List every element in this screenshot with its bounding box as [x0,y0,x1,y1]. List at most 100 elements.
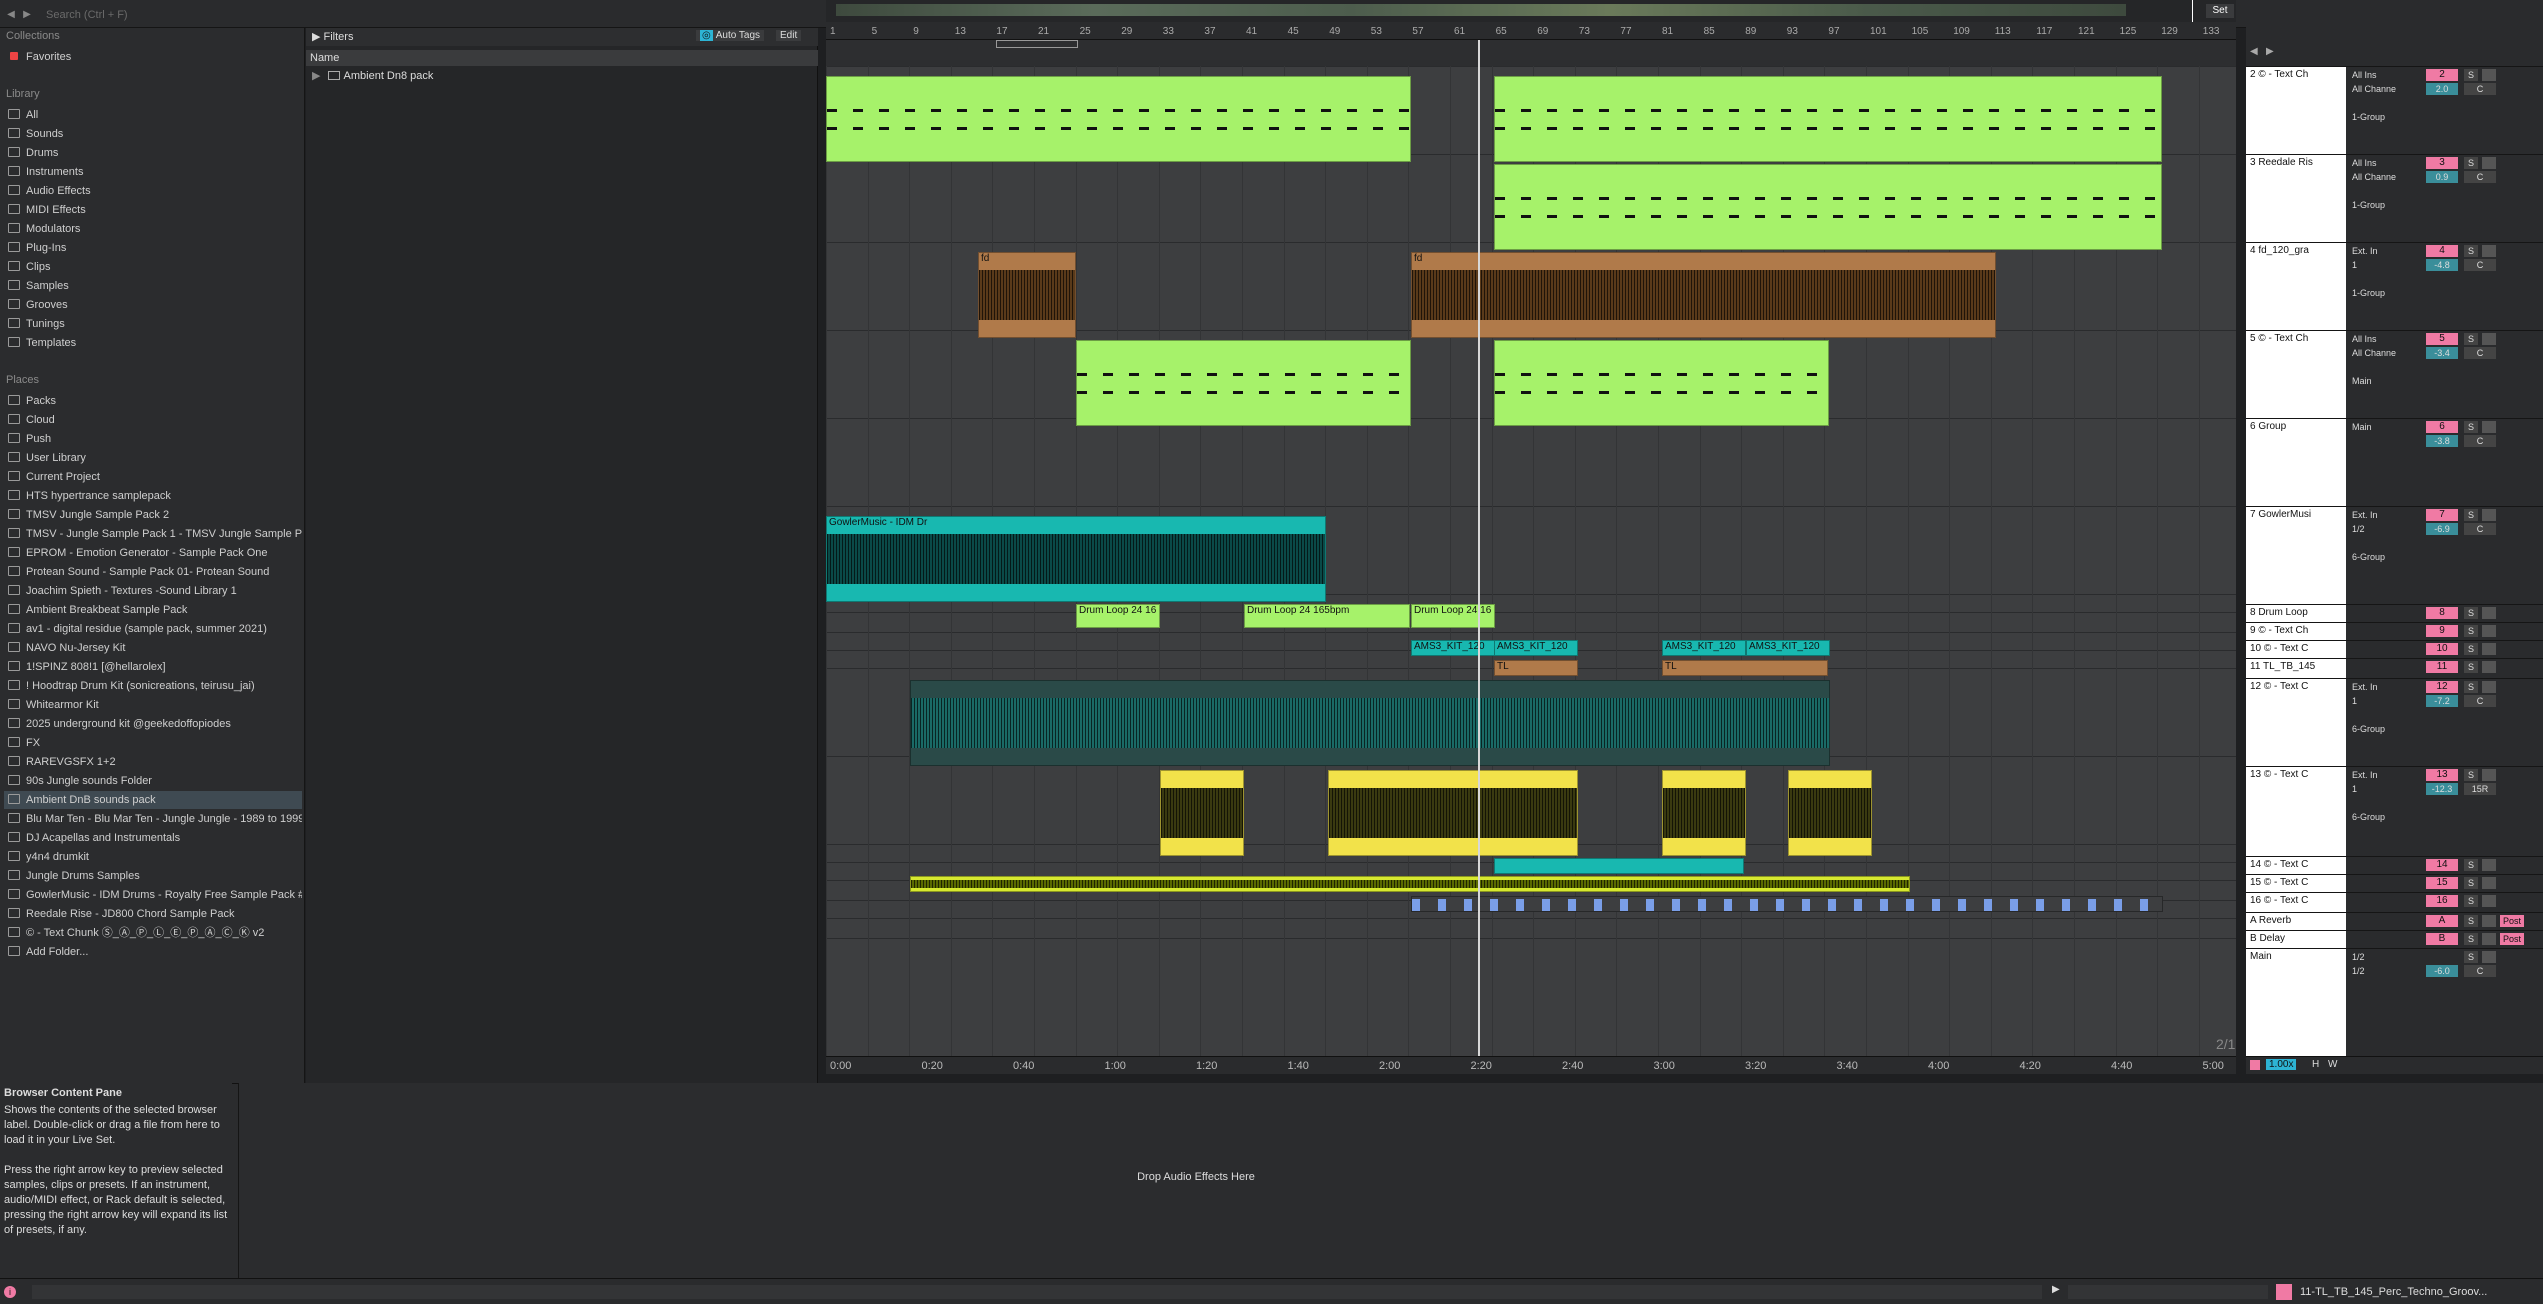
play-icon[interactable]: ▶ [2052,1284,2060,1295]
loop-brace[interactable] [996,40,1078,48]
places-item[interactable]: 2025 underground kit @geekedoffopiodes [4,715,302,733]
solo-button[interactable]: S [2464,681,2478,693]
name-column-header[interactable]: Name [306,50,818,66]
track-header[interactable]: 7 GowlerMusi [2246,506,2346,604]
solo-button[interactable]: S [2464,625,2478,637]
input-channel-dropdown[interactable]: All Channe [2350,171,2414,183]
solo-button[interactable]: S [2464,769,2478,781]
places-item[interactable]: Blu Mar Ten - Blu Mar Ten - Jungle Jungl… [4,810,302,828]
output-dropdown[interactable]: 6-Group [2350,723,2414,735]
arm-button[interactable] [2482,661,2496,673]
audio-clip[interactable] [1328,770,1578,856]
output-dropdown[interactable]: 1-Group [2350,199,2414,211]
solo-button[interactable]: S [2464,509,2478,521]
h-button[interactable]: H [2312,1059,2319,1070]
track-header[interactable]: Main [2246,948,2346,1056]
volume-field[interactable]: -6.9 [2426,523,2458,535]
arm-button[interactable] [2482,333,2496,345]
scroll-left-icon[interactable]: ◀ [2250,46,2258,57]
track-number-button[interactable]: 15 [2426,877,2458,889]
pan-field[interactable]: C [2464,695,2496,707]
library-item[interactable]: Tunings [4,315,302,333]
bar-ruler[interactable]: 1 5 9 13 17 21 25 29 33 37 41 45 49 53 57 61 65 69 73 77 81 8… [826,24,2236,40]
auto-tags-button[interactable]: ◎ Auto Tags [696,30,765,41]
track-header[interactable]: 3 Reedale Ris [2246,154,2346,242]
input-type-dropdown[interactable]: All Ins [2350,69,2414,81]
solo-button[interactable]: S [2464,859,2478,871]
pan-field[interactable]: C [2464,347,2496,359]
places-item[interactable]: Cloud [4,411,302,429]
arm-button[interactable] [2482,681,2496,693]
pan-field[interactable]: C [2464,259,2496,271]
playhead[interactable] [1478,40,1480,1074]
places-item[interactable]: ! Hoodtrap Drum Kit (sonicreations, teir… [4,677,302,695]
record-icon[interactable] [2250,1060,2260,1070]
input-type-dropdown[interactable]: Ext. In [2350,769,2414,781]
edit-button[interactable]: Edit [776,30,802,41]
track-header[interactable]: 2 © - Text Ch [2246,66,2346,154]
arm-button[interactable] [2482,157,2496,169]
library-item[interactable]: Instruments [4,163,302,181]
library-item[interactable]: Grooves [4,296,302,314]
audio-clip[interactable] [1788,770,1872,856]
audio-clip[interactable]: TL [1494,660,1578,676]
track-header[interactable]: 8 Drum Loop [2246,604,2346,622]
places-item[interactable]: Push [4,430,302,448]
solo-button[interactable]: S [2464,933,2478,945]
library-item[interactable]: Plug-Ins [4,239,302,257]
device-drop-zone[interactable]: Drop Audio Effects Here [238,1083,2543,1278]
track-header[interactable]: 14 © - Text C [2246,856,2346,874]
track-number-button[interactable]: 8 [2426,607,2458,619]
places-item[interactable]: Packs [4,392,302,410]
places-item[interactable]: EPROM - Emotion Generator - Sample Pack … [4,544,302,562]
audio-clip[interactable] [910,680,1830,766]
volume-field[interactable]: 0.9 [2426,171,2458,183]
input-channel-dropdown[interactable]: All Channe [2350,83,2414,95]
places-item[interactable]: Reedale Rise - JD800 Chord Sample Pack [4,905,302,923]
arm-button[interactable] [2482,951,2496,963]
track-header[interactable]: 11 TL_TB_145 [2246,658,2346,678]
volume-field[interactable]: -7.2 [2426,695,2458,707]
library-item[interactable]: Drums [4,144,302,162]
volume-field[interactable]: -6.0 [2426,965,2458,977]
locator-strip[interactable] [826,40,2236,66]
pan-field[interactable]: 15R [2464,783,2496,795]
places-item[interactable]: Add Folder... [4,943,302,961]
w-button[interactable]: W [2328,1059,2337,1070]
track-header[interactable]: 15 © - Text C [2246,874,2346,892]
library-item[interactable]: Clips [4,258,302,276]
solo-button[interactable]: S [2464,607,2478,619]
pan-field[interactable]: C [2464,523,2496,535]
places-item[interactable]: Ambient Breakbeat Sample Pack [4,601,302,619]
solo-button[interactable]: S [2464,951,2478,963]
arm-button[interactable] [2482,69,2496,81]
places-item[interactable]: FX [4,734,302,752]
track-header[interactable]: 9 © - Text Ch [2246,622,2346,640]
track-number-button[interactable]: 7 [2426,509,2458,521]
output-dropdown[interactable]: Main [2350,375,2414,387]
audio-clip[interactable] [1160,770,1244,856]
volume-field[interactable]: -3.8 [2426,435,2458,447]
volume-field[interactable]: 2.0 [2426,83,2458,95]
arm-button[interactable] [2482,607,2496,619]
pan-field[interactable]: C [2464,965,2496,977]
track-header[interactable]: 13 © - Text C [2246,766,2346,856]
output-dropdown[interactable]: 1-Group [2350,111,2414,123]
places-item[interactable]: Ambient DnB sounds pack [4,791,302,809]
solo-button[interactable]: S [2464,643,2478,655]
pan-field[interactable]: C [2464,83,2496,95]
track-header[interactable]: 4 fd_120_gra [2246,242,2346,330]
input-channel-dropdown[interactable]: 1 [2350,259,2414,271]
places-item[interactable]: User Library [4,449,302,467]
post-button[interactable]: Post [2500,933,2524,945]
arm-button[interactable] [2482,933,2496,945]
time-ruler[interactable]: 0:00 0:20 0:40 1:00 1:20 1:40 2:00 2:20 2:40 3:00… [826,1056,2236,1074]
input-channel-dropdown[interactable]: 1 [2350,783,2414,795]
solo-button[interactable]: S [2464,895,2478,907]
audio-clip[interactable]: AMS3_KIT_120 [1746,640,1830,656]
track-header[interactable]: 12 © - Text C [2246,678,2346,766]
places-item[interactable]: 1!SPINZ 808!1 [@hellarolex] [4,658,302,676]
midi-clip[interactable] [1494,164,2162,250]
audio-clip[interactable] [1494,858,1744,874]
track-header[interactable]: 10 © - Text C [2246,640,2346,658]
